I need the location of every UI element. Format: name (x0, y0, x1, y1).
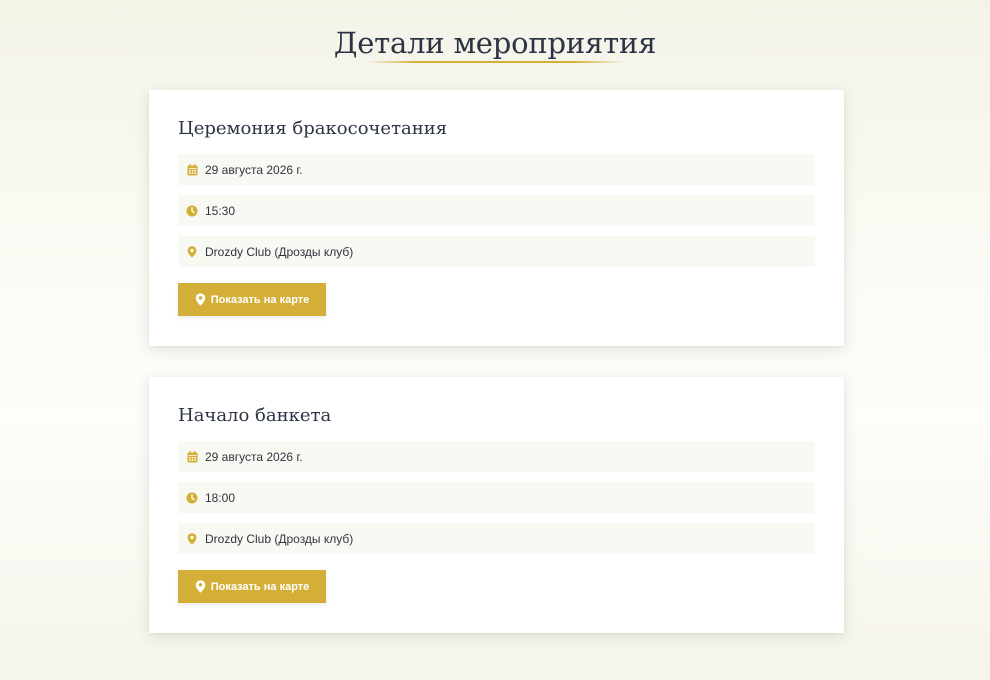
event-title: Церемония бракосочетания (178, 118, 448, 139)
event-card-banquet: Начало банкета 29 августа 2026 г. 18:00 … (149, 377, 844, 633)
show-on-map-button[interactable]: Показать на карте (178, 570, 326, 603)
map-pin-icon (195, 293, 206, 306)
event-place: Drozdy Club (Дрозды клуб) (205, 244, 354, 259)
calendar-icon (186, 163, 198, 176)
event-date: 29 августа 2026 г. (205, 162, 303, 177)
event-card-ceremony: Церемония бракосочетания 29 августа 2026… (149, 90, 844, 346)
event-title: Начало банкета (178, 405, 332, 426)
clock-icon (186, 492, 198, 504)
page-title: Детали мероприятия (333, 26, 657, 60)
event-place: Drozdy Club (Дрозды клуб) (205, 531, 354, 546)
event-date: 29 августа 2026 г. (205, 449, 303, 464)
event-time-row: 15:30 (178, 195, 815, 226)
title-underline (365, 61, 625, 63)
clock-icon (186, 205, 198, 217)
event-date-row: 29 августа 2026 г. (178, 154, 815, 185)
calendar-icon (186, 450, 198, 463)
map-pin-icon (195, 580, 206, 593)
map-pin-icon (186, 245, 198, 258)
event-place-row: Drozdy Club (Дрозды клуб) (178, 523, 815, 554)
show-on-map-label: Показать на карте (210, 293, 310, 306)
event-time: 15:30 (205, 203, 236, 218)
show-on-map-button[interactable]: Показать на карте (178, 283, 326, 316)
event-time-row: 18:00 (178, 482, 815, 513)
event-date-row: 29 августа 2026 г. (178, 441, 815, 472)
show-on-map-label: Показать на карте (210, 580, 310, 593)
map-pin-icon (186, 532, 198, 545)
event-place-row: Drozdy Club (Дрозды клуб) (178, 236, 815, 267)
event-time: 18:00 (205, 490, 236, 505)
